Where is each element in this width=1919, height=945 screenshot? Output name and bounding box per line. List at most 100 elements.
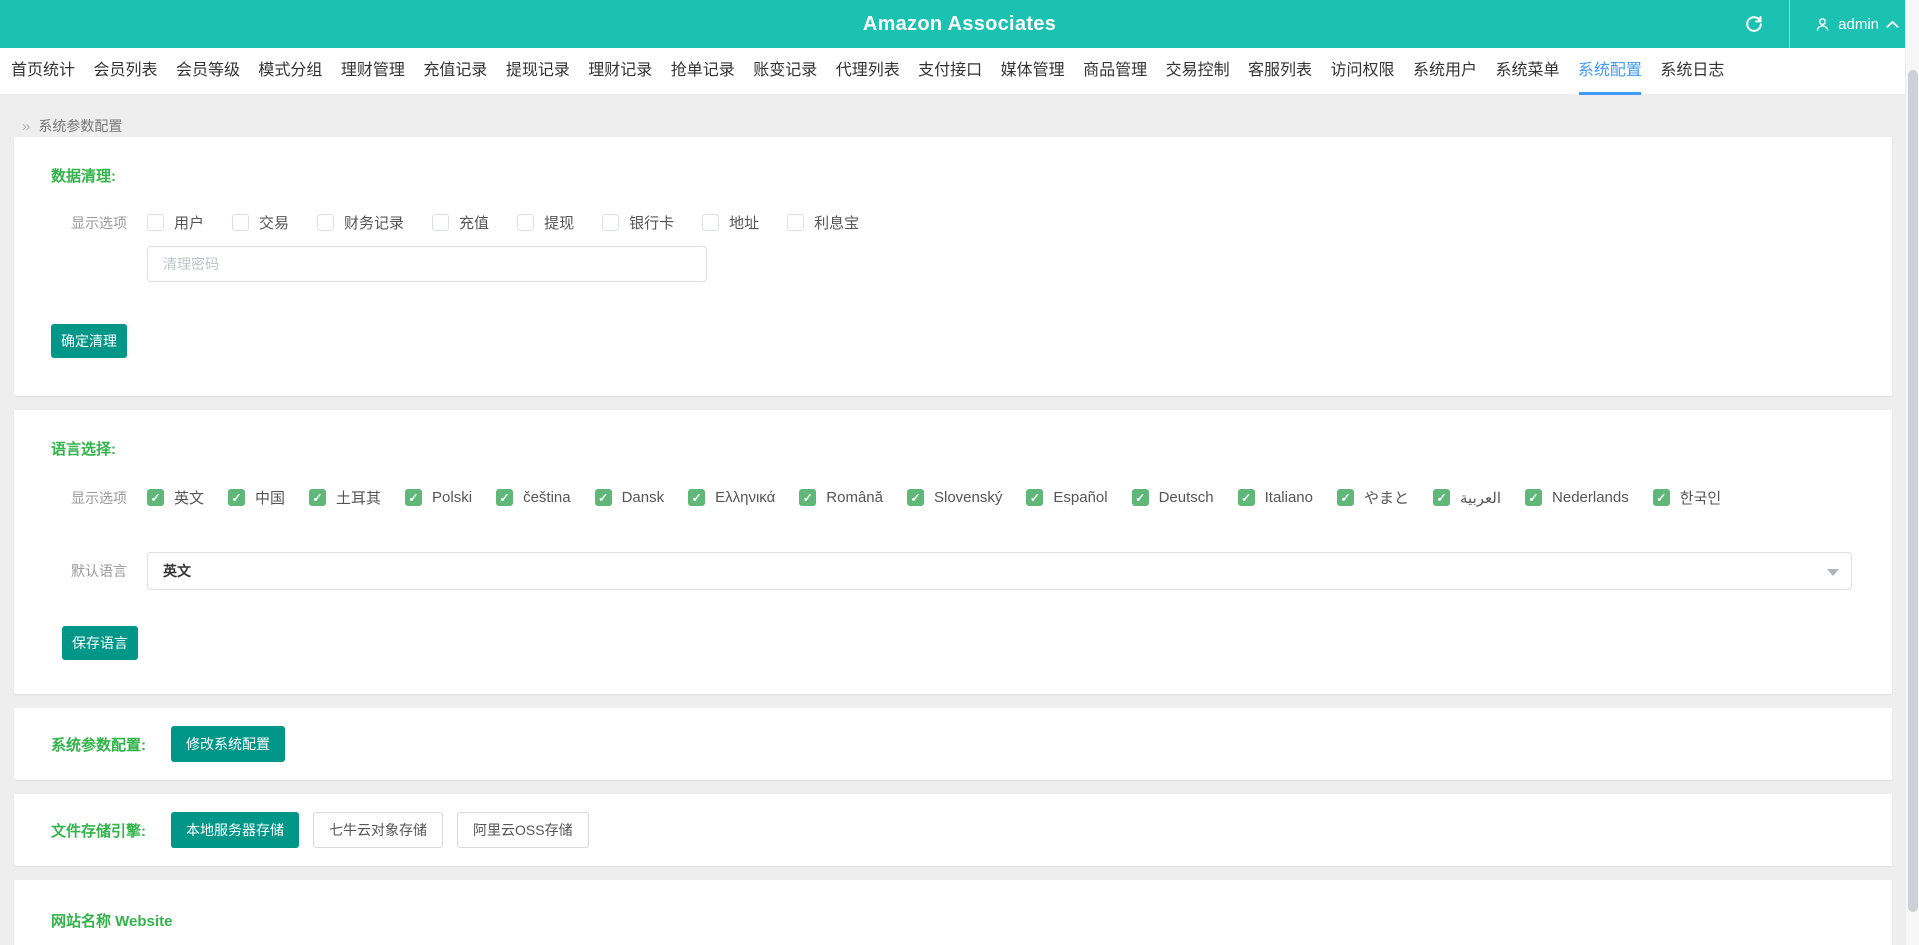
checkbox-checked-icon bbox=[1652, 489, 1670, 506]
default-language-label: 默认语言 bbox=[71, 563, 127, 579]
vertical-scrollbar-track[interactable] bbox=[1905, 0, 1919, 945]
main-nav: 首页统计 会员列表 会员等级 模式分组 理财管理 充值记录 提现记录 理财记录 … bbox=[0, 48, 1919, 95]
cleanup-password-input[interactable] bbox=[147, 246, 707, 282]
breadcrumb: » 系统参数配置 bbox=[0, 95, 1919, 137]
default-language-select[interactable]: 英文 bbox=[147, 552, 1852, 590]
language-options-label: 显示选项 bbox=[71, 489, 127, 506]
nav-tab[interactable]: 商品管理 bbox=[1083, 48, 1147, 95]
language-option-checkbox[interactable]: 土耳其 bbox=[309, 487, 381, 508]
app-title: Amazon Associates bbox=[862, 12, 1057, 35]
checkbox-unchecked-icon bbox=[787, 214, 805, 231]
system-config-title: 系统参数配置: bbox=[51, 736, 146, 754]
checkbox-checked-icon bbox=[799, 489, 817, 506]
nav-tab[interactable]: 交易控制 bbox=[1166, 48, 1230, 95]
user-icon bbox=[1814, 16, 1831, 33]
caret-down-icon bbox=[1827, 569, 1839, 576]
breadcrumb-label: 系统参数配置 bbox=[38, 118, 123, 134]
app-header: Amazon Associates admin bbox=[0, 0, 1919, 48]
checkbox-checked-icon bbox=[1131, 489, 1149, 506]
language-option-checkbox[interactable]: Dansk bbox=[594, 489, 664, 506]
nav-tab[interactable]: 理财管理 bbox=[341, 48, 405, 95]
nav-tab[interactable]: 会员列表 bbox=[93, 48, 157, 95]
checkbox-unchecked-icon bbox=[147, 214, 164, 231]
chevron-up-icon bbox=[1886, 20, 1899, 29]
nav-tab[interactable]: 系统配置 bbox=[1578, 48, 1642, 95]
checkbox-unchecked-icon bbox=[317, 214, 335, 231]
cleanup-option-checkbox[interactable]: 交易 bbox=[232, 212, 289, 233]
language-card: 语言选择: 显示选项 英文 中国 土耳其 bbox=[14, 410, 1892, 694]
storage-engine-title: 文件存储引擎: bbox=[51, 822, 146, 840]
nav-tab[interactable]: 充值记录 bbox=[423, 48, 487, 95]
language-option-checkbox[interactable]: čeština bbox=[496, 489, 571, 506]
cleanup-option-checkbox[interactable]: 提现 bbox=[517, 212, 574, 233]
website-name-title: 网站名称 Website bbox=[51, 913, 173, 930]
checkbox-checked-icon bbox=[496, 489, 514, 506]
language-option-checkbox[interactable]: Italiano bbox=[1237, 489, 1313, 506]
language-option-checkbox[interactable]: Deutsch bbox=[1131, 489, 1214, 506]
storage-engine-button[interactable]: 阿里云OSS存储 bbox=[457, 812, 589, 848]
default-language-value: 英文 bbox=[163, 563, 191, 579]
checkbox-checked-icon bbox=[1337, 489, 1354, 506]
checkbox-checked-icon bbox=[1525, 489, 1543, 506]
language-option-checkbox[interactable]: 英文 bbox=[147, 487, 204, 508]
save-language-button[interactable]: 保存语言 bbox=[62, 626, 138, 660]
checkbox-unchecked-icon bbox=[702, 214, 720, 231]
checkbox-checked-icon bbox=[688, 489, 706, 506]
language-option-checkbox[interactable]: العربية bbox=[1433, 489, 1501, 507]
checkbox-checked-icon bbox=[147, 489, 164, 506]
user-menu[interactable]: admin bbox=[1808, 0, 1905, 48]
nav-tab[interactable]: 系统菜单 bbox=[1495, 48, 1559, 95]
nav-tab[interactable]: 支付接口 bbox=[918, 48, 982, 95]
language-option-checkbox[interactable]: Ελληνικά bbox=[688, 489, 775, 506]
language-option-checkbox[interactable]: Polski bbox=[405, 489, 472, 506]
language-option-checkbox[interactable]: 中国 bbox=[228, 487, 285, 508]
nav-tab[interactable]: 系统用户 bbox=[1413, 48, 1477, 95]
cleanup-option-checkbox[interactable]: 银行卡 bbox=[602, 212, 674, 233]
storage-engine-card: 文件存储引擎: 本地服务器存储 七牛云对象存储 阿里云OSS存储 bbox=[14, 794, 1892, 866]
modify-system-config-button[interactable]: 修改系统配置 bbox=[171, 726, 285, 762]
nav-tab[interactable]: 抢单记录 bbox=[671, 48, 735, 95]
cleanup-option-checkbox[interactable]: 用户 bbox=[147, 212, 204, 233]
nav-tab[interactable]: 客服列表 bbox=[1248, 48, 1312, 95]
nav-tab[interactable]: 首页统计 bbox=[11, 48, 75, 95]
checkbox-unchecked-icon bbox=[602, 214, 620, 231]
nav-tab[interactable]: 提现记录 bbox=[506, 48, 570, 95]
checkbox-unchecked-icon bbox=[517, 214, 535, 231]
language-option-checkbox[interactable]: やまと bbox=[1337, 487, 1409, 508]
storage-engine-button[interactable]: 七牛云对象存储 bbox=[313, 812, 443, 848]
cleanup-options: 用户 交易 财务记录 充值 提现 银行卡 地址 利息宝 bbox=[147, 212, 1892, 233]
nav-tab[interactable]: 访问权限 bbox=[1331, 48, 1395, 95]
checkbox-checked-icon bbox=[1026, 489, 1044, 506]
cleanup-options-label: 显示选项 bbox=[71, 214, 127, 231]
storage-engine-button[interactable]: 本地服务器存储 bbox=[171, 812, 299, 848]
cleanup-option-checkbox[interactable]: 财务记录 bbox=[317, 212, 404, 233]
cleanup-option-checkbox[interactable]: 利息宝 bbox=[787, 212, 859, 233]
vertical-scrollbar-thumb[interactable] bbox=[1908, 70, 1918, 912]
nav-tab[interactable]: 媒体管理 bbox=[1001, 48, 1065, 95]
language-option-checkbox[interactable]: Español bbox=[1026, 489, 1108, 506]
language-option-checkbox[interactable]: Română bbox=[799, 489, 883, 506]
language-option-checkbox[interactable]: Nederlands bbox=[1525, 489, 1629, 506]
refresh-icon[interactable] bbox=[1737, 0, 1771, 48]
nav-tab[interactable]: 代理列表 bbox=[836, 48, 900, 95]
language-option-checkbox[interactable]: 한국인 bbox=[1652, 487, 1721, 508]
language-option-checkbox[interactable]: Slovenský bbox=[907, 489, 1002, 506]
breadcrumb-chevrons-icon: » bbox=[22, 117, 31, 135]
nav-tab[interactable]: 模式分组 bbox=[258, 48, 322, 95]
checkbox-checked-icon bbox=[405, 489, 423, 506]
cleanup-option-checkbox[interactable]: 充值 bbox=[432, 212, 489, 233]
checkbox-checked-icon bbox=[309, 489, 327, 506]
checkbox-unchecked-icon bbox=[432, 214, 450, 231]
nav-tab[interactable]: 理财记录 bbox=[588, 48, 652, 95]
data-cleanup-card: 数据清理: 显示选项 用户 交易 财务记录 充值 提现 银行卡 地址 利息宝 清… bbox=[14, 137, 1892, 396]
storage-engine-buttons: 文件存储引擎: 本地服务器存储 七牛云对象存储 阿里云OSS存储 bbox=[14, 794, 1892, 866]
website-name-card: 网站名称 Website bbox=[14, 880, 1892, 945]
cleanup-option-checkbox[interactable]: 地址 bbox=[702, 212, 759, 233]
system-config-card: 系统参数配置: 修改系统配置 bbox=[14, 708, 1892, 780]
checkbox-checked-icon bbox=[1237, 489, 1255, 506]
nav-tab[interactable]: 系统日志 bbox=[1660, 48, 1724, 95]
nav-tab[interactable]: 账变记录 bbox=[753, 48, 817, 95]
language-options: 英文 中国 土耳其 Polski bbox=[147, 487, 1892, 508]
nav-tab[interactable]: 会员等级 bbox=[176, 48, 240, 95]
confirm-cleanup-button[interactable]: 确定清理 bbox=[51, 324, 127, 358]
